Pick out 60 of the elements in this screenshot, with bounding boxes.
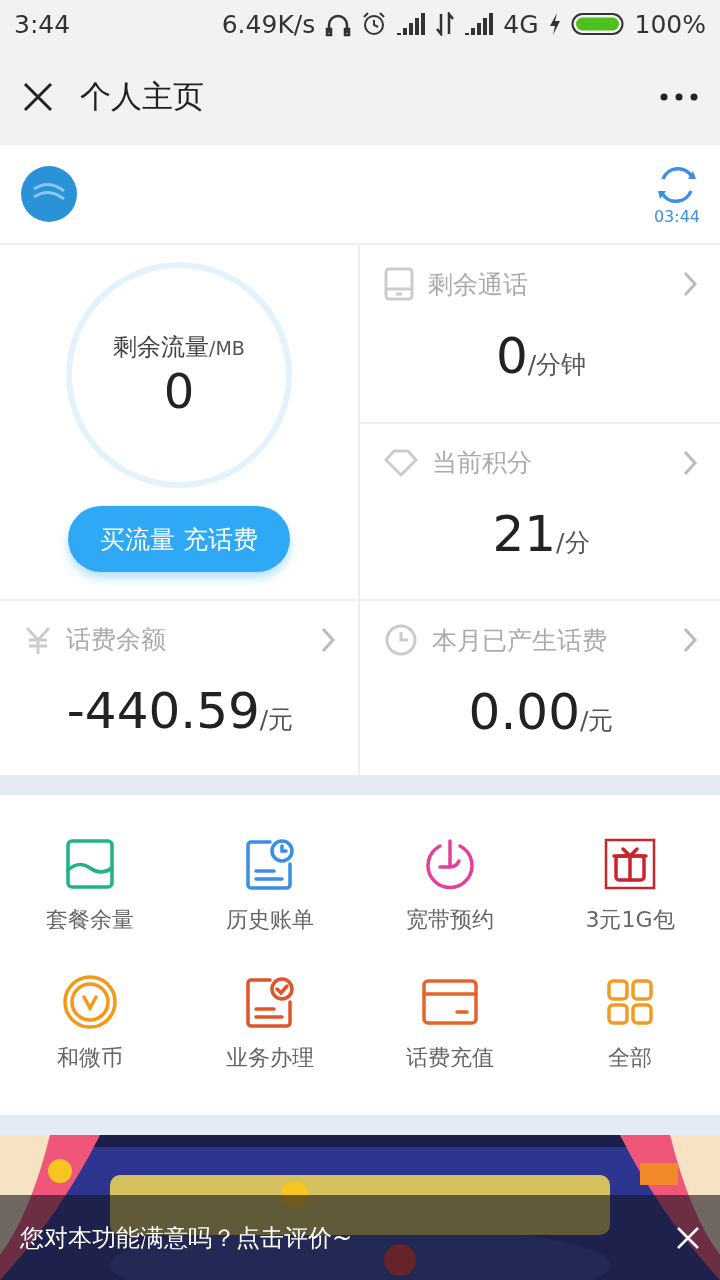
shortcut-item[interactable]: 套餐余量	[0, 815, 180, 953]
refresh-time: 03:44	[653, 206, 700, 226]
battery-icon	[570, 12, 625, 36]
stat-label: 话费余额	[66, 624, 167, 656]
more-icon[interactable]	[660, 92, 698, 101]
network-speed: 6.49K/s	[221, 9, 316, 39]
page-title: 个人主页	[80, 76, 205, 116]
stat-label: 本月已产生话费	[432, 624, 608, 657]
shortcut-item[interactable]: 3元1G包	[540, 815, 720, 953]
signal-icon	[397, 13, 426, 35]
chevron-right-icon	[682, 448, 698, 477]
shortcut-item[interactable]: 和微币	[0, 953, 180, 1091]
yuan-icon	[24, 624, 52, 655]
chevron-right-icon	[320, 625, 336, 654]
clock-icon	[384, 623, 418, 657]
shortcut-label: 全部	[608, 1044, 652, 1072]
avatar-icon	[20, 165, 78, 223]
chevron-right-icon	[682, 270, 698, 298]
document-check-icon	[244, 975, 296, 1029]
shortcut-label: 和微币	[57, 1044, 123, 1072]
shortcut-item[interactable]: 话费充值	[360, 953, 540, 1091]
chevron-right-icon	[682, 626, 698, 654]
status-time: 3:44	[14, 9, 72, 39]
shortcut-label: 套餐余量	[46, 906, 134, 934]
power-icon	[423, 837, 477, 891]
shortcut-label: 宽带预约	[406, 906, 494, 934]
grid-icon	[606, 978, 654, 1026]
shortcut-label: 3元1G包	[585, 906, 675, 934]
stat-value: 0.00/元	[467, 683, 615, 741]
gift-icon	[603, 837, 657, 891]
phone-icon	[384, 267, 414, 301]
document-clock-icon	[244, 837, 296, 891]
close-icon[interactable]	[22, 80, 54, 113]
wave-icon	[65, 838, 115, 890]
data-value: 0	[163, 363, 195, 419]
shortcut-label: 话费充值	[406, 1044, 494, 1072]
shortcut-item[interactable]: 全部	[540, 953, 720, 1091]
shortcut-item[interactable]: 业务办理	[180, 953, 360, 1091]
stat-label: 剩余通话	[428, 268, 529, 301]
stat-label: 当前积分	[432, 447, 533, 479]
stat-value: 0/分钟	[494, 327, 588, 385]
stat-value: -440.59/元	[65, 682, 295, 740]
stat-card[interactable]: 剩余通话 0/分钟	[360, 245, 720, 422]
shortcut-item[interactable]: 宽带预约	[360, 815, 540, 953]
bolt-icon	[548, 13, 561, 35]
stat-value: 21/分	[491, 505, 591, 563]
card-icon	[421, 978, 479, 1026]
network-type: 4G	[503, 9, 539, 39]
feedback-prompt[interactable]: 您对本功能满意吗？点击评价~	[20, 1221, 353, 1254]
diamond-icon	[384, 447, 418, 478]
shortcut-item[interactable]: 历史账单	[180, 815, 360, 953]
shortcut-label: 业务办理	[226, 1044, 314, 1072]
data-arrows-icon	[435, 12, 456, 36]
battery-percent: 100%	[634, 9, 706, 39]
stat-card[interactable]: 当前积分 21/分	[360, 424, 720, 599]
signal-icon	[465, 13, 494, 35]
close-icon[interactable]	[676, 1225, 700, 1250]
shortcut-label: 历史账单	[226, 906, 314, 934]
data-label: 剩余流量/MB	[113, 332, 245, 363]
coin-icon	[62, 974, 118, 1030]
